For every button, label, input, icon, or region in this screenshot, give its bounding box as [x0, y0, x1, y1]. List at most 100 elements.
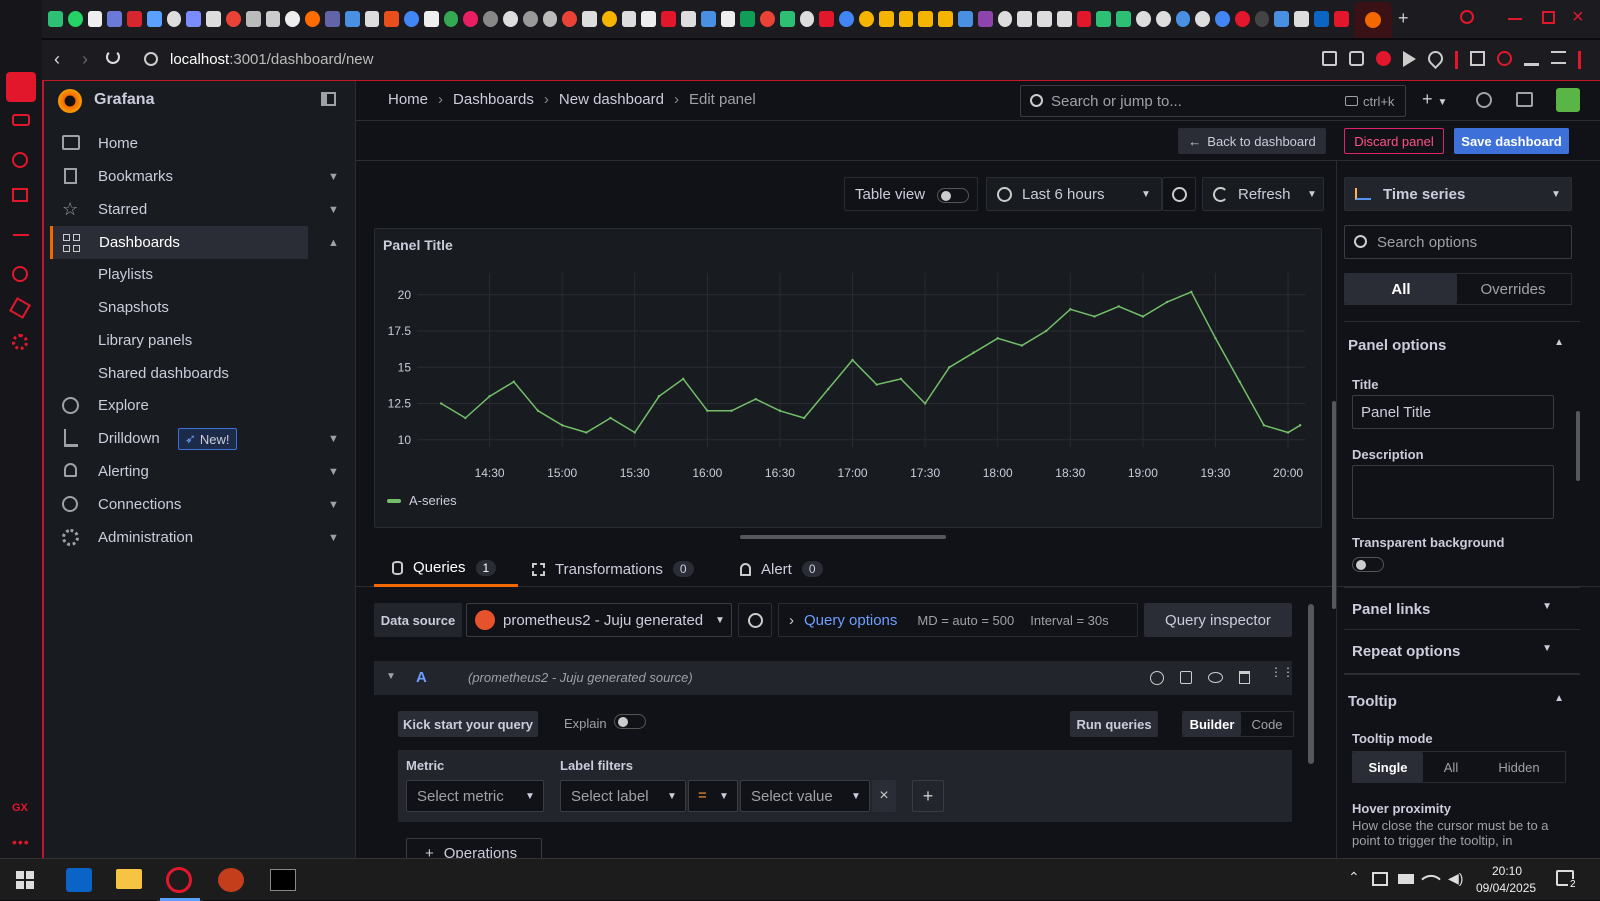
toggle-switch[interactable] [937, 188, 969, 203]
chevron-down-icon[interactable]: ▼ [1307, 189, 1317, 200]
avatar[interactable] [1556, 88, 1580, 112]
tab-favicon-icon[interactable] [226, 11, 241, 27]
data-point[interactable] [1214, 337, 1217, 340]
tab-favicon-icon[interactable] [324, 11, 340, 27]
panel-options-header[interactable]: Panel options ▲ [1348, 337, 1564, 354]
tab-favicon-icon[interactable] [1116, 11, 1131, 27]
url-field[interactable]: localhost:3001/dashboard/new [170, 51, 373, 68]
tab-favicon-icon[interactable] [681, 11, 696, 27]
data-point[interactable] [972, 351, 975, 354]
data-point[interactable] [1286, 431, 1290, 434]
data-source-picker[interactable]: prometheus2 - Juju generated ▼ [466, 603, 732, 637]
chevron-down-icon[interactable]: ▼ [328, 171, 339, 183]
tab-favicon-icon[interactable] [621, 11, 637, 27]
windows-start-icon[interactable] [16, 871, 34, 889]
tab-favicon-icon[interactable] [463, 11, 479, 27]
tab-favicon-icon[interactable] [48, 11, 63, 27]
dock-menu-icon[interactable] [321, 92, 336, 106]
data-point[interactable] [585, 431, 588, 434]
gaming-icon[interactable] [12, 114, 30, 126]
tab-favicon-icon[interactable] [997, 11, 1013, 27]
run-queries-button[interactable]: Run queries [1070, 711, 1158, 737]
grafana-app-name[interactable]: Grafana [94, 91, 154, 109]
chevron-down-icon[interactable]: ▼ [328, 532, 339, 544]
help-icon[interactable] [1476, 92, 1492, 108]
data-point[interactable] [899, 377, 903, 381]
tab-favicon-icon[interactable] [1294, 11, 1309, 27]
tab-favicon-icon[interactable] [918, 11, 934, 27]
data-point[interactable] [875, 383, 878, 386]
data-point[interactable] [512, 380, 515, 383]
chevron-up-icon[interactable]: ▲ [328, 237, 339, 249]
trash-icon[interactable] [1239, 671, 1250, 684]
data-point[interactable] [706, 409, 709, 412]
chevron-down-icon[interactable]: ▼ [328, 499, 339, 511]
tab-favicon-icon[interactable] [305, 11, 320, 27]
nav-sub-snapshots[interactable]: Snapshots [98, 299, 169, 316]
tab-favicon-icon[interactable] [898, 11, 914, 27]
tab-favicon-icon[interactable] [1234, 11, 1250, 27]
eye-icon[interactable] [1208, 672, 1223, 683]
tab-favicon-icon[interactable] [146, 11, 162, 27]
tab-favicon-icon[interactable] [799, 11, 815, 27]
data-point[interactable] [851, 358, 854, 362]
opera-gx-taskbar-icon[interactable] [166, 867, 192, 893]
data-point[interactable] [681, 377, 685, 381]
new-tab-button[interactable]: + [1398, 8, 1409, 29]
twitch-icon[interactable] [12, 188, 28, 202]
data-point[interactable] [1238, 380, 1241, 383]
tab-favicon-icon[interactable] [423, 11, 439, 27]
description-textarea[interactable] [1352, 465, 1554, 519]
tab-favicon-icon[interactable] [957, 11, 973, 27]
cube-icon[interactable] [9, 297, 31, 319]
camera-icon[interactable] [1349, 51, 1364, 66]
tab-transformations[interactable]: Transformations 0 [532, 551, 694, 587]
explain-toggle[interactable] [614, 714, 646, 729]
active-tab[interactable] [1354, 2, 1392, 38]
chevron-down-icon[interactable]: ▼ [328, 204, 339, 216]
tab-favicon-icon[interactable] [522, 11, 538, 27]
breadcrumb-new-dashboard[interactable]: New dashboard [559, 91, 664, 108]
tab-alert[interactable]: Alert 0 [740, 551, 823, 587]
tab-favicon-icon[interactable] [1254, 11, 1270, 27]
filter-overrides-button[interactable]: Overrides [1457, 274, 1569, 304]
tab-favicon-icon[interactable] [285, 11, 301, 27]
nav-item-bookmarks[interactable]: Bookmarks ▼ [52, 160, 339, 193]
data-point[interactable] [1020, 344, 1024, 347]
tab-favicon-icon[interactable] [1215, 11, 1230, 27]
table-view-toggle[interactable]: Table view [844, 177, 978, 211]
wifi-icon[interactable] [1421, 869, 1441, 889]
powerpoint-icon[interactable] [218, 868, 244, 892]
nav-item-connections[interactable]: Connections ▼ [52, 488, 339, 521]
operations-button[interactable]: + Operations [406, 838, 542, 859]
panel-resize-handle[interactable] [740, 535, 946, 539]
outlook-icon[interactable] [66, 868, 92, 892]
data-point[interactable] [1190, 290, 1193, 294]
tab-favicon-icon[interactable] [779, 11, 795, 27]
tab-favicon-icon[interactable] [245, 11, 261, 27]
data-point[interactable] [560, 424, 564, 427]
data-point[interactable] [778, 409, 782, 412]
tab-favicon-icon[interactable] [344, 11, 360, 27]
splitter[interactable] [1336, 161, 1337, 858]
panel-preview[interactable]: Panel Title 10 12.5 15 17.5 20 14:30 15:00 15:3… [374, 228, 1322, 528]
nav-item-administration[interactable]: Administration ▼ [52, 521, 339, 554]
gx-corner-icon[interactable] [12, 152, 28, 168]
chevron-down-icon[interactable]: ▼ [328, 466, 339, 478]
repeat-options-header[interactable]: Repeat options ▼ [1352, 643, 1552, 660]
file-explorer-icon[interactable] [116, 869, 142, 889]
tab-favicon-icon[interactable] [700, 11, 716, 27]
nav-item-drilldown[interactable]: Drilldown ➶ New! ▼ [52, 422, 339, 455]
ds-help-button[interactable] [738, 603, 772, 637]
grafana-logo-icon[interactable] [58, 89, 82, 113]
data-point[interactable] [948, 366, 951, 369]
tab-favicon-icon[interactable] [1056, 11, 1072, 27]
tray-date[interactable]: 09/04/2025 [1476, 881, 1536, 895]
tab-favicon-icon[interactable] [641, 11, 657, 27]
tab-favicon-icon[interactable] [582, 11, 597, 27]
search-bar[interactable]: Search or jump to... ctrl+k [1020, 85, 1406, 117]
tab-favicon-icon[interactable] [720, 11, 736, 27]
data-point[interactable] [754, 397, 757, 401]
tab-favicon-icon[interactable] [878, 11, 894, 27]
maximize-button[interactable] [1542, 11, 1555, 24]
